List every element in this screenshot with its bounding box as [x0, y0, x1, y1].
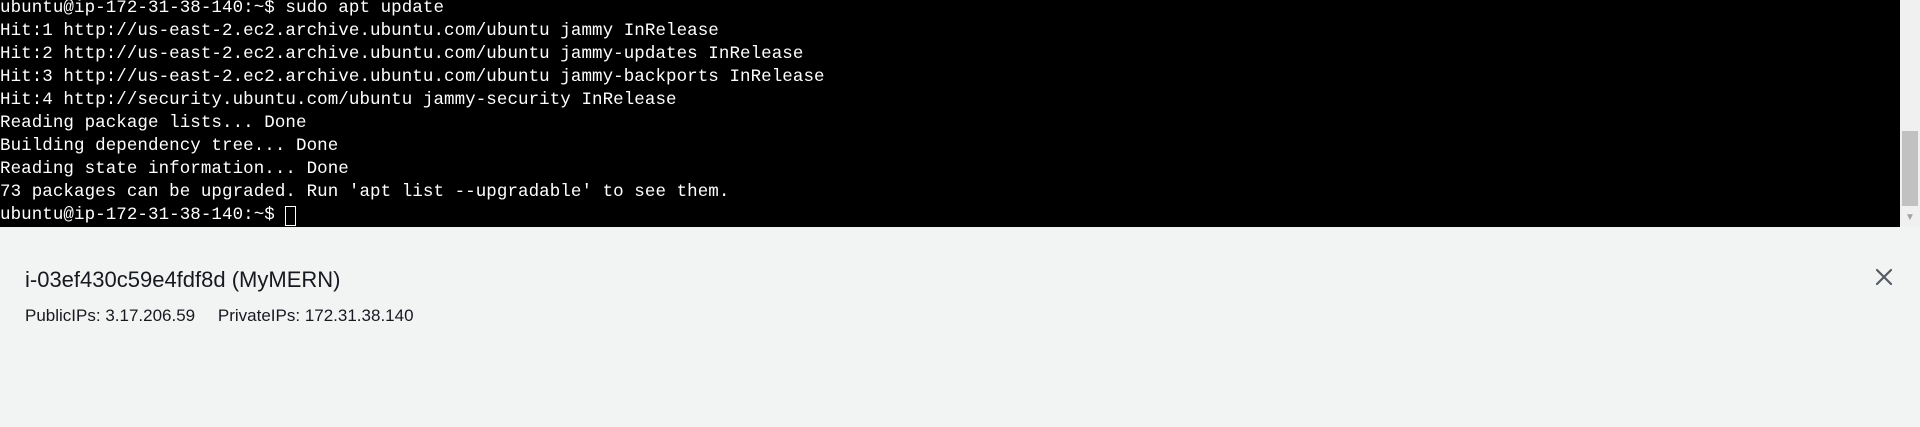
- terminal-line: Reading state information... Done: [0, 159, 349, 179]
- public-ips-label: PublicIPs:: [25, 306, 101, 325]
- terminal-prompt: ubuntu@ip-172-31-38-140:~$: [0, 205, 286, 225]
- terminal-window[interactable]: ubuntu@ip-172-31-38-140:~$ sudo apt upda…: [0, 0, 1920, 227]
- terminal-prompt-line[interactable]: ubuntu@ip-172-31-38-140:~$: [0, 204, 297, 227]
- public-ips-value: 3.17.206.59: [105, 306, 196, 325]
- terminal-line: 73 packages can be upgraded. Run 'apt li…: [0, 182, 730, 202]
- private-ips-label: PrivateIPs:: [217, 306, 301, 325]
- private-ips: PrivateIPs: 172.31.38.140: [218, 306, 414, 325]
- terminal-line: Hit:3 http://us-east-2.ec2.archive.ubunt…: [0, 67, 825, 87]
- scrollbar-thumb[interactable]: [1902, 131, 1918, 206]
- terminal-line: Hit:2 http://us-east-2.ec2.archive.ubunt…: [0, 44, 804, 64]
- private-ips-value: 172.31.38.140: [304, 306, 414, 325]
- instance-ip-row: PublicIPs: 3.17.206.59 PrivateIPs: 172.3…: [25, 305, 432, 327]
- close-icon: [1875, 268, 1893, 286]
- terminal-output[interactable]: ubuntu@ip-172-31-38-140:~$ sudo apt upda…: [0, 0, 1896, 227]
- terminal-cursor[interactable]: [285, 205, 297, 226]
- close-button[interactable]: [1870, 263, 1898, 291]
- terminal-scrollbar[interactable]: ▼: [1900, 0, 1920, 227]
- scroll-down-arrow-icon[interactable]: ▼: [1900, 209, 1920, 227]
- terminal-line: ubuntu@ip-172-31-38-140:~$ sudo apt upda…: [0, 0, 445, 18]
- instance-info-panel: i-03ef430c59e4fdf8d (MyMERN) PublicIPs: …: [0, 227, 1920, 427]
- public-ips: PublicIPs: 3.17.206.59: [25, 306, 200, 325]
- terminal-line: Building dependency tree... Done: [0, 136, 339, 156]
- instance-title: i-03ef430c59e4fdf8d (MyMERN): [25, 267, 341, 292]
- terminal-line: Reading package lists... Done: [0, 113, 307, 133]
- terminal-line: Hit:4 http://security.ubuntu.com/ubuntu …: [0, 90, 677, 110]
- terminal-line: Hit:1 http://us-east-2.ec2.archive.ubunt…: [0, 21, 719, 41]
